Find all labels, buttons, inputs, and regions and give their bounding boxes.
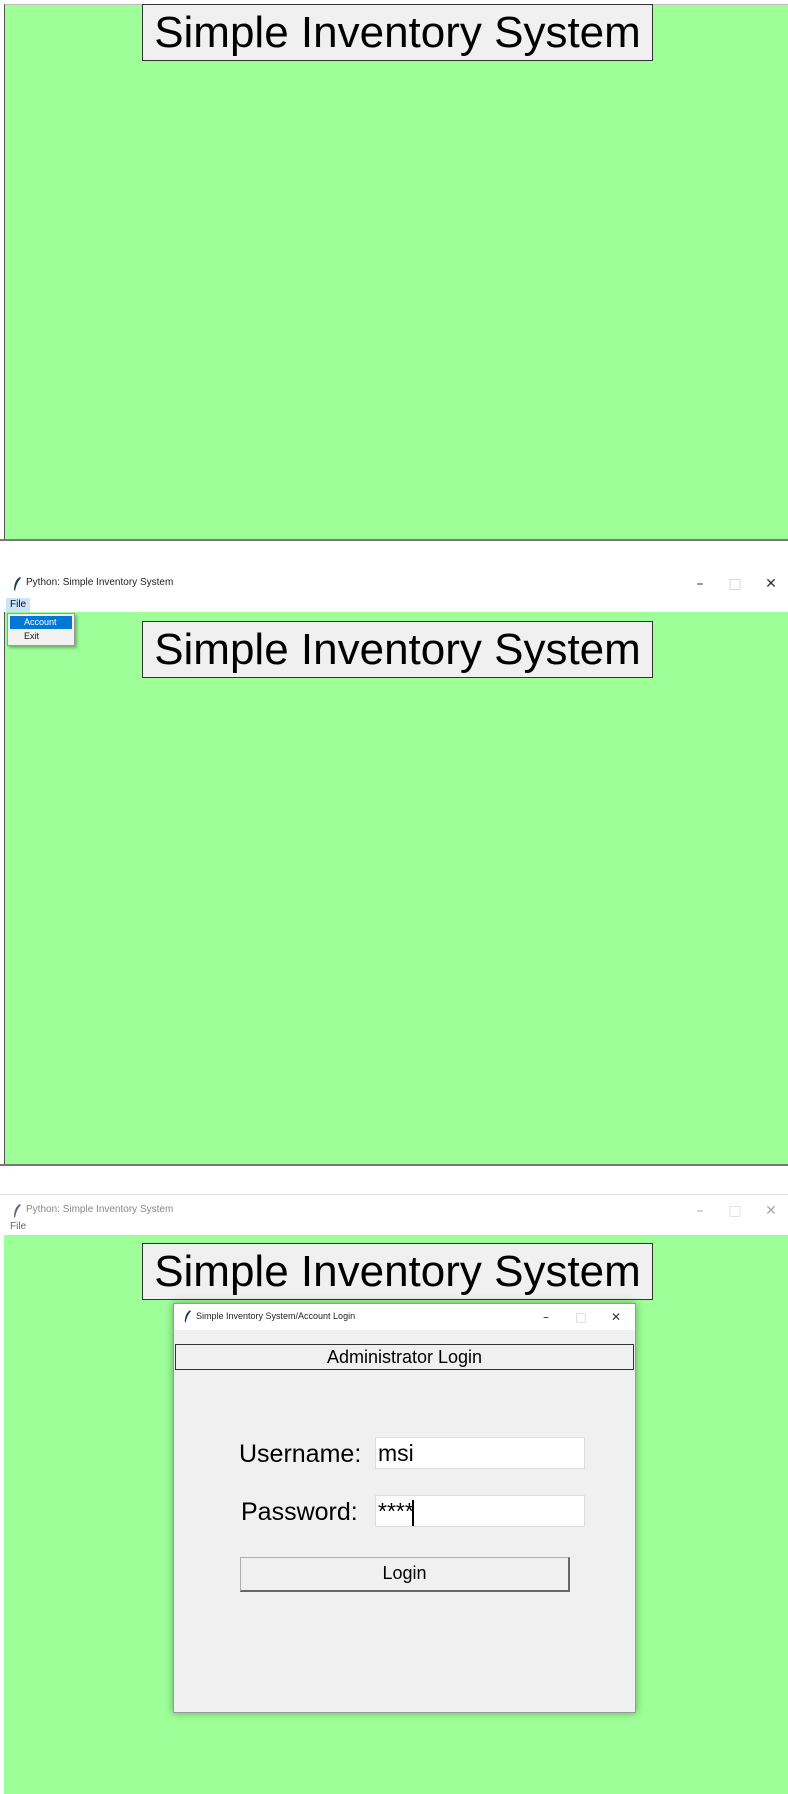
file-dropdown-menu: Account Exit bbox=[7, 613, 75, 646]
main-window-body-1 bbox=[4, 4, 788, 540]
close-button[interactable]: ✕ bbox=[755, 573, 787, 595]
maximize-button[interactable]: □ bbox=[719, 573, 751, 595]
dialog-titlebar[interactable]: Simple Inventory System/Account Login – … bbox=[174, 1304, 635, 1330]
username-label: Username: bbox=[239, 1440, 362, 1468]
menu-file[interactable]: File bbox=[6, 598, 31, 612]
dialog-maximize-button[interactable]: □ bbox=[567, 1306, 595, 1328]
login-header: Administrator Login bbox=[175, 1344, 634, 1370]
python-feather-icon bbox=[14, 1204, 21, 1218]
dialog-minimize-button[interactable]: – bbox=[532, 1306, 560, 1328]
window-title: Python: Simple Inventory System bbox=[26, 577, 174, 588]
password-input[interactable]: **** bbox=[375, 1495, 585, 1527]
dialog-title: Simple Inventory System/Account Login bbox=[196, 1311, 356, 1321]
main-window-body-2 bbox=[4, 612, 788, 1164]
menu-file[interactable]: File bbox=[6, 1220, 30, 1234]
python-feather-icon bbox=[14, 577, 21, 591]
login-dialog: Simple Inventory System/Account Login – … bbox=[173, 1303, 636, 1713]
username-value: msi bbox=[378, 1440, 414, 1466]
password-value: **** bbox=[378, 1498, 414, 1524]
menu-item-exit[interactable]: Exit bbox=[10, 630, 72, 643]
menu-item-account[interactable]: Account bbox=[10, 616, 72, 629]
banner-title: Simple Inventory System bbox=[142, 4, 653, 61]
banner-title: Simple Inventory System bbox=[142, 1243, 653, 1300]
menu-bar: File bbox=[0, 1219, 788, 1235]
banner-title: Simple Inventory System bbox=[142, 621, 653, 678]
python-feather-icon bbox=[184, 1310, 192, 1323]
username-input[interactable]: msi bbox=[375, 1437, 585, 1469]
menu-bar: File bbox=[0, 597, 788, 613]
login-button[interactable]: Login bbox=[240, 1557, 570, 1592]
window-title: Python: Simple Inventory System bbox=[26, 1204, 174, 1215]
dialog-close-button[interactable]: ✕ bbox=[602, 1306, 630, 1328]
window-bottom-border bbox=[0, 539, 788, 541]
password-label: Password: bbox=[241, 1498, 358, 1526]
text-caret bbox=[411, 1499, 414, 1526]
window-bottom-border bbox=[0, 1164, 788, 1166]
minimize-button[interactable]: – bbox=[684, 573, 716, 595]
